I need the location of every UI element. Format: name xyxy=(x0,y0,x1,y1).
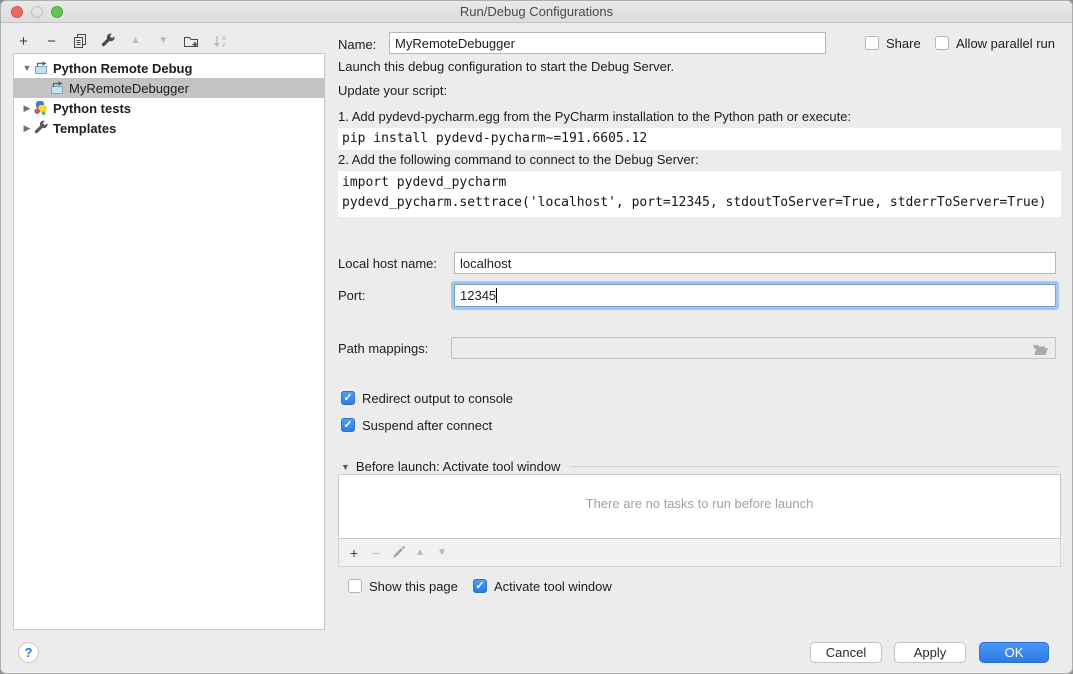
sort-az-icon: a z xyxy=(212,33,228,49)
tree-item-templates[interactable]: ▶ Templates xyxy=(14,118,324,138)
pip-install-code-block: pip install pydevd-pycharm~=191.6605.12 xyxy=(338,128,1061,150)
before-launch-header[interactable]: ▼ Before launch: Activate tool window xyxy=(341,459,1058,474)
move-task-down-button[interactable]: ▼ xyxy=(435,544,449,562)
tree-item-label: MyRemoteDebugger xyxy=(69,81,189,96)
path-mappings-field[interactable] xyxy=(451,337,1056,359)
settrace-code-block: import pydevd_pycharm pydevd_pycharm.set… xyxy=(338,171,1061,217)
suspend-after-connect-checkbox[interactable]: ✓ xyxy=(341,418,355,432)
move-down-button[interactable]: ▼ xyxy=(155,32,172,50)
chevron-expanded-icon[interactable]: ▼ xyxy=(21,63,33,73)
run-debug-configurations-dialog: Run/Debug Configurations + − ▲ ▼ xyxy=(0,0,1073,674)
port-value: 12345 xyxy=(460,288,496,303)
settrace-code-line1: import pydevd_pycharm xyxy=(342,175,506,190)
edit-task-button[interactable] xyxy=(391,544,405,562)
move-up-button[interactable]: ▲ xyxy=(127,32,144,50)
before-launch-task-list[interactable]: There are no tasks to run before launch xyxy=(338,474,1061,539)
svg-text:a: a xyxy=(222,35,226,42)
apply-button[interactable]: Apply xyxy=(894,642,966,663)
text-caret xyxy=(496,288,497,303)
configuration-form: Name: Share Allow parallel run Launch th… xyxy=(338,1,1061,641)
add-configuration-button[interactable]: + xyxy=(15,32,32,50)
show-this-page-label: Show this page xyxy=(369,579,458,594)
chevron-collapsed-icon[interactable]: ▶ xyxy=(21,103,33,114)
port-input[interactable]: 12345 xyxy=(454,284,1056,307)
section-divider xyxy=(570,466,1058,467)
redirect-output-checkbox[interactable]: ✓ xyxy=(341,391,355,405)
pip-install-code: pip install pydevd-pycharm~=191.6605.12 xyxy=(342,131,647,146)
step1-text: 1. Add pydevd-pycharm.egg from the PyCha… xyxy=(338,109,851,124)
help-button[interactable]: ? xyxy=(18,642,39,663)
chevron-collapsed-icon[interactable]: ▶ xyxy=(21,123,33,134)
question-mark-icon: ? xyxy=(25,645,33,660)
configurations-tree: ▼ Python Remote Debug MyRemoteDebugger ▶ xyxy=(13,53,325,630)
remove-task-button[interactable]: − xyxy=(369,544,383,562)
activate-tool-window-label: Activate tool window xyxy=(494,579,612,594)
name-label: Name: xyxy=(338,37,376,52)
check-icon: ✓ xyxy=(475,581,484,592)
wrench-icon xyxy=(33,120,49,136)
tree-item-myremotedebugger[interactable]: MyRemoteDebugger xyxy=(14,78,324,98)
launch-instruction-text: Launch this debug configuration to start… xyxy=(338,59,674,74)
copy-icon xyxy=(72,33,88,49)
tree-item-python-tests[interactable]: ▶ Python tests xyxy=(14,98,324,118)
wrench-icon xyxy=(100,33,116,49)
step2-text: 2. Add the following command to connect … xyxy=(338,152,699,167)
tree-item-label: Python tests xyxy=(53,101,131,116)
add-task-button[interactable]: + xyxy=(347,544,361,562)
tree-item-python-remote-debug[interactable]: ▼ Python Remote Debug xyxy=(14,58,324,78)
move-task-up-button[interactable]: ▲ xyxy=(413,544,427,562)
remove-configuration-button[interactable]: − xyxy=(43,32,60,50)
suspend-after-connect-label: Suspend after connect xyxy=(362,418,492,433)
minus-icon: − xyxy=(47,34,56,49)
ok-button[interactable]: OK xyxy=(979,642,1049,663)
sort-configurations-button[interactable]: a z xyxy=(211,32,228,50)
name-input[interactable] xyxy=(389,32,826,54)
arrow-up-icon: ▲ xyxy=(131,36,141,46)
settrace-code-line2: pydevd_pycharm.settrace('localhost', por… xyxy=(342,195,1046,210)
empty-task-list-text: There are no tasks to run before launch xyxy=(339,496,1060,511)
task-list-toolbar: + − ▲ ▼ xyxy=(338,539,1061,567)
path-mappings-label: Path mappings: xyxy=(338,341,428,356)
tree-item-label: Templates xyxy=(53,121,116,136)
new-folder-button[interactable] xyxy=(183,32,200,50)
svg-text:z: z xyxy=(222,42,226,49)
show-this-page-checkbox[interactable] xyxy=(348,579,362,593)
redirect-output-label: Redirect output to console xyxy=(362,391,513,406)
plus-icon: + xyxy=(19,34,28,49)
configurations-toolbar: + − ▲ ▼ xyxy=(15,30,228,52)
edit-templates-button[interactable] xyxy=(99,32,116,50)
browse-folder-icon[interactable] xyxy=(1032,342,1049,356)
allow-parallel-run-label: Allow parallel run xyxy=(956,36,1055,51)
arrow-up-icon: ▲ xyxy=(415,548,425,558)
allow-parallel-run-checkbox[interactable] xyxy=(935,36,949,50)
remote-debug-icon xyxy=(49,80,65,96)
update-script-text: Update your script: xyxy=(338,83,447,98)
local-host-input[interactable] xyxy=(454,252,1056,274)
tree-item-label: Python Remote Debug xyxy=(53,61,192,76)
cancel-button[interactable]: Cancel xyxy=(810,642,882,663)
arrow-down-icon: ▼ xyxy=(437,548,447,558)
minus-icon: − xyxy=(372,546,380,560)
share-label: Share xyxy=(886,36,921,51)
new-folder-icon xyxy=(183,33,200,49)
python-tests-icon xyxy=(33,100,49,116)
check-icon: ✓ xyxy=(343,393,352,404)
chevron-expanded-icon[interactable]: ▼ xyxy=(341,462,350,472)
pencil-icon xyxy=(392,546,405,559)
arrow-down-icon: ▼ xyxy=(159,36,169,46)
plus-icon: + xyxy=(350,546,358,560)
remote-debug-icon xyxy=(33,60,49,76)
copy-configuration-button[interactable] xyxy=(71,32,88,50)
before-launch-title: Before launch: Activate tool window xyxy=(356,459,561,474)
check-icon: ✓ xyxy=(343,420,352,431)
local-host-label: Local host name: xyxy=(338,256,437,271)
share-checkbox[interactable] xyxy=(865,36,879,50)
port-label: Port: xyxy=(338,288,365,303)
activate-tool-window-checkbox[interactable]: ✓ xyxy=(473,579,487,593)
